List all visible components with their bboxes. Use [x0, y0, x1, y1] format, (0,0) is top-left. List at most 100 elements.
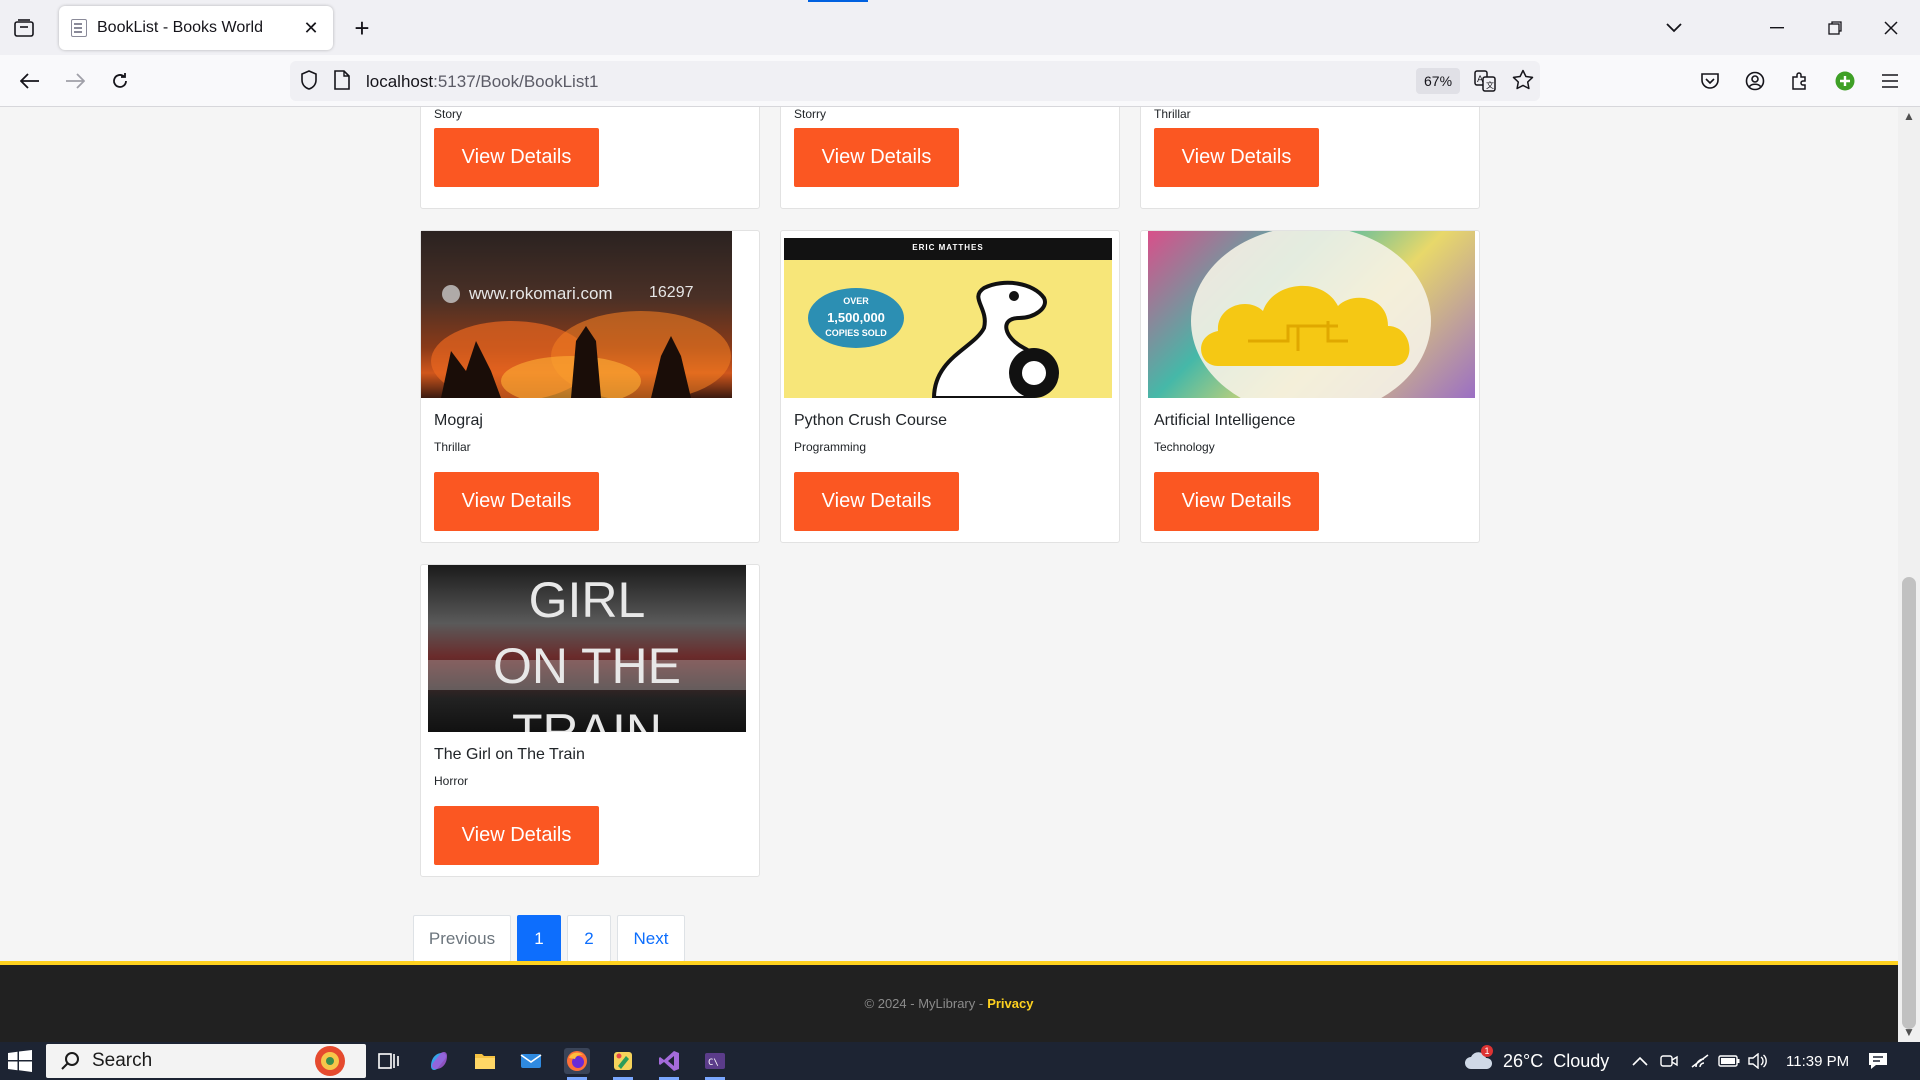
browser-tab-strip: BookList - Books World ✕ +	[0, 0, 1920, 55]
book-title: The Girl on The Train	[434, 746, 585, 763]
battery-icon[interactable]	[1718, 1042, 1740, 1080]
dev-terminal-icon[interactable]: C\	[702, 1048, 728, 1080]
file-explorer-icon[interactable]	[472, 1048, 498, 1074]
book-card: Story View Details	[420, 107, 760, 209]
search-label: Search	[92, 1050, 153, 1071]
volume-icon[interactable]	[1748, 1042, 1768, 1080]
show-hidden-icons-chevron[interactable]	[1632, 1042, 1648, 1080]
tab-loading-indicator	[808, 0, 868, 2]
book-cover-image: www.rokomari.com 16297	[421, 231, 732, 398]
book-card: Artificial Intelligence Technology View …	[1140, 230, 1480, 543]
list-all-tabs-chevron-icon[interactable]	[1660, 14, 1688, 42]
site-footer: © 2024 - MyLibrary - Privacy	[0, 961, 1898, 1042]
book-cover-image	[1148, 231, 1475, 398]
taskbar-search-box[interactable]: Search	[46, 1044, 366, 1078]
zoom-level-badge[interactable]: 67%	[1416, 68, 1461, 94]
view-details-button[interactable]: View Details	[794, 472, 959, 531]
page-favicon-icon	[71, 19, 87, 37]
visual-studio-icon[interactable]	[656, 1048, 682, 1080]
firefox-taskbar-icon[interactable]	[564, 1048, 590, 1080]
cover-badge-line-2: 1,500,000	[827, 310, 885, 325]
book-category: Storry	[794, 107, 827, 121]
wifi-icon[interactable]	[1690, 1042, 1710, 1080]
pagination-previous[interactable]: Previous	[413, 915, 511, 962]
page-info-icon[interactable]	[334, 70, 350, 95]
paint-app-icon[interactable]	[610, 1048, 636, 1080]
windows-taskbar: Search C\ 1 26°C Cloudy 11:39 PM	[0, 1042, 1920, 1080]
tab-close-icon[interactable]: ✕	[299, 16, 323, 40]
page-viewport: Story View Details Storry View Details T…	[0, 107, 1898, 1042]
book-category: Thrillar	[1154, 107, 1191, 121]
copilot-icon[interactable]	[426, 1048, 452, 1074]
weather-text: 26°C Cloudy	[1503, 1050, 1610, 1071]
new-tab-plus-icon[interactable]: +	[348, 13, 376, 43]
close-window-icon[interactable]	[1868, 10, 1914, 46]
scroll-down-arrow-icon[interactable]: ▼	[1903, 1025, 1915, 1039]
footer-copyright: © 2024 - MyLibrary -	[864, 996, 984, 1011]
translate-page-icon[interactable]: A文	[1474, 70, 1496, 97]
meet-now-icon[interactable]	[1660, 1042, 1678, 1080]
scrollbar-thumb[interactable]	[1902, 577, 1916, 1029]
browser-navigation-bar: localhost:5137/Book/BookList1 67% A文	[0, 55, 1920, 107]
pagination-next[interactable]: Next	[617, 915, 685, 962]
book-category: Thrillar	[434, 440, 471, 454]
book-card: www.rokomari.com 16297 Mograj Thrillar V…	[420, 230, 760, 543]
book-card: GIRL ON THE TRAIN The Girl on The Train …	[420, 564, 760, 877]
weather-widget[interactable]: 1 26°C Cloudy	[1463, 1042, 1609, 1080]
book-category: Technology	[1154, 440, 1215, 454]
cover-watermark-number: 16297	[649, 284, 694, 301]
mail-icon[interactable]	[518, 1048, 544, 1074]
restore-window-icon[interactable]	[1812, 10, 1858, 46]
page-scrollbar[interactable]: ▲ ▼	[1898, 107, 1920, 1042]
book-category: Story	[434, 107, 463, 121]
pocket-icon[interactable]	[1696, 67, 1724, 95]
back-arrow-icon[interactable]	[16, 67, 44, 95]
view-details-button[interactable]: View Details	[794, 128, 959, 187]
hamburger-menu-icon[interactable]	[1876, 67, 1904, 95]
url-text[interactable]: localhost:5137/Book/BookList1	[366, 72, 599, 92]
browser-tab-active[interactable]: BookList - Books World ✕	[59, 6, 333, 50]
clock[interactable]: 11:39 PM	[1786, 1042, 1849, 1080]
scroll-up-arrow-icon[interactable]: ▲	[1903, 109, 1915, 123]
addon-green-plus-icon[interactable]	[1831, 67, 1859, 95]
book-category: Horror	[434, 774, 469, 788]
extensions-puzzle-icon[interactable]	[1786, 67, 1814, 95]
url-path: :5137/Book/BookList1	[433, 72, 599, 91]
book-title: Python Crush Course	[794, 412, 947, 429]
search-highlight-flower-icon	[315, 1046, 345, 1076]
firefox-view-icon[interactable]	[12, 16, 36, 40]
notification-center-icon[interactable]	[1868, 1042, 1888, 1080]
account-icon[interactable]	[1741, 67, 1769, 95]
svg-text:A: A	[1477, 75, 1484, 85]
bookmark-star-icon[interactable]	[1512, 69, 1534, 96]
book-cover-image: GIRL ON THE TRAIN	[428, 565, 746, 732]
address-bar[interactable]: localhost:5137/Book/BookList1 67% A文	[290, 61, 1540, 101]
cover-line-3: TRAIN	[512, 704, 662, 732]
svg-text:C\: C\	[708, 1058, 719, 1068]
reload-icon[interactable]	[106, 67, 134, 95]
view-details-button[interactable]: View Details	[1154, 472, 1319, 531]
view-details-button[interactable]: View Details	[434, 128, 599, 187]
book-card: Thrillar View Details	[1140, 107, 1480, 209]
forward-arrow-icon[interactable]	[61, 67, 89, 95]
book-title: Artificial Intelligence	[1154, 412, 1296, 429]
pagination-page-2[interactable]: 2	[567, 915, 611, 962]
view-details-button[interactable]: View Details	[434, 472, 599, 531]
task-view-icon[interactable]	[376, 1048, 402, 1074]
book-card: ERIC MATTHES OVER 1,500,000 COPIES SOLD …	[780, 230, 1120, 543]
view-details-button[interactable]: View Details	[1154, 128, 1319, 187]
pagination-page-1[interactable]: 1	[517, 915, 561, 962]
book-title: Mograj	[434, 412, 483, 429]
view-details-button[interactable]: View Details	[434, 806, 599, 865]
book-cover-image: ERIC MATTHES OVER 1,500,000 COPIES SOLD	[784, 238, 1112, 398]
cover-line-1: GIRL	[528, 572, 646, 628]
minimize-window-icon[interactable]	[1754, 10, 1800, 46]
cover-badge-line-1: OVER	[843, 296, 869, 306]
footer-privacy-link[interactable]: Privacy	[987, 996, 1033, 1011]
cover-watermark: www.rokomari.com	[469, 284, 613, 303]
cover-line-2: ON THE	[493, 638, 681, 694]
search-icon	[61, 1052, 79, 1070]
cover-badge-line-3: COPIES SOLD	[825, 328, 887, 338]
tracking-protection-shield-icon[interactable]	[300, 70, 318, 95]
windows-start-icon[interactable]	[8, 1050, 32, 1072]
